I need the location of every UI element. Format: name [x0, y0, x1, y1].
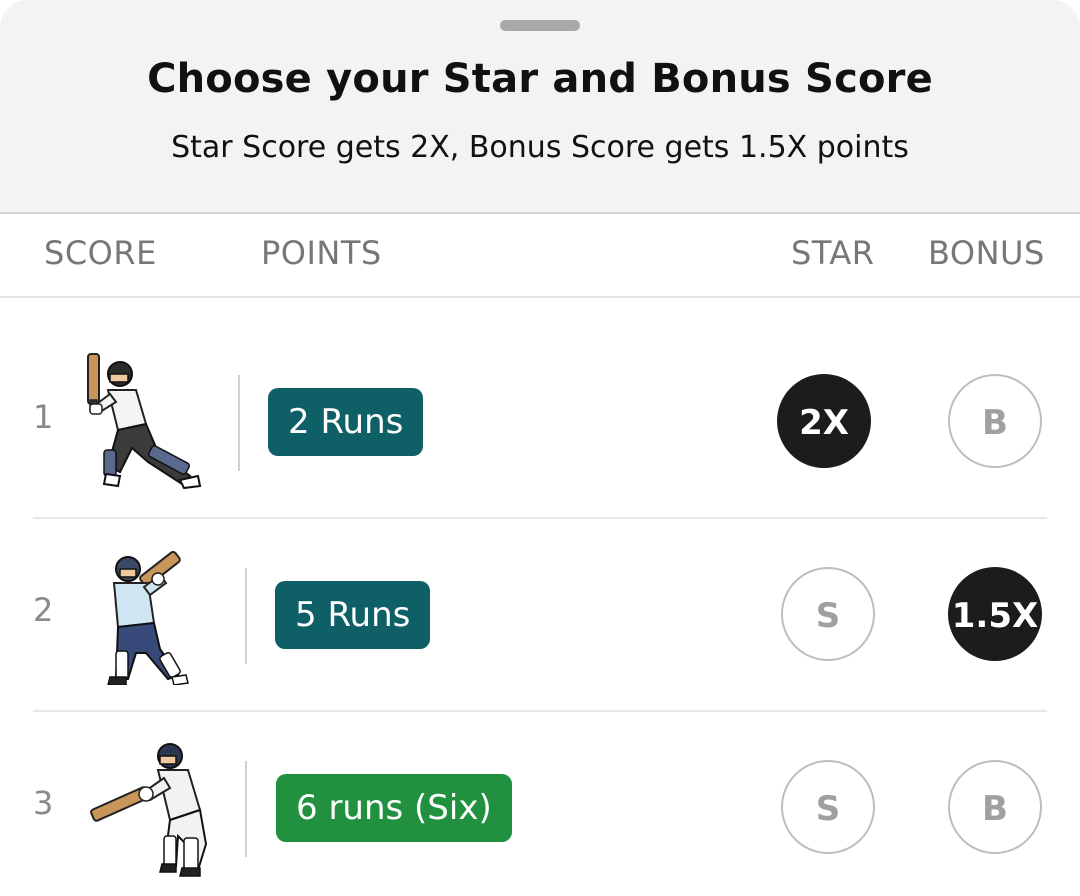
star-toggle[interactable]: S [781, 567, 875, 661]
drag-handle[interactable] [500, 20, 580, 31]
points-badge: 6 runs (Six) [276, 774, 512, 842]
points-badge: 5 Runs [275, 581, 431, 649]
star-toggle[interactable]: 2X [777, 374, 871, 468]
column-header-bonus: BONUS [928, 234, 1045, 272]
score-row: 2 5 Runs S 1.5X [0, 519, 1080, 712]
score-row: 3 6 runs (Six) S B [0, 712, 1080, 896]
sheet-subtitle: Star Score gets 2X, Bonus Score gets 1.5… [171, 130, 909, 165]
bonus-toggle[interactable]: 1.5X [948, 567, 1042, 661]
column-headers: SCORE POINTS STAR BONUS [0, 214, 1080, 298]
row-divider [245, 761, 247, 857]
row-index: 3 [33, 784, 54, 822]
column-header-score: SCORE [44, 234, 157, 272]
star-toggle[interactable]: S [781, 760, 875, 854]
column-header-points: POINTS [261, 234, 382, 272]
cricket-batsman-icon [87, 353, 202, 490]
row-divider [238, 375, 240, 471]
bonus-toggle[interactable]: B [948, 374, 1042, 468]
cricket-batsman-icon [107, 550, 189, 685]
score-row: 1 2 Runs 2X B [0, 326, 1080, 519]
cricket-batsman-icon [90, 743, 208, 877]
bottom-sheet: Choose your Star and Bonus Score Star Sc… [0, 0, 1080, 896]
points-badge: 2 Runs [268, 388, 424, 456]
row-index: 2 [33, 591, 54, 629]
row-divider [245, 568, 247, 664]
sheet-title: Choose your Star and Bonus Score [147, 56, 933, 102]
column-header-star: STAR [791, 234, 875, 272]
sheet-header: Choose your Star and Bonus Score Star Sc… [0, 0, 1080, 214]
row-index: 1 [33, 398, 54, 436]
bonus-toggle[interactable]: B [948, 760, 1042, 854]
